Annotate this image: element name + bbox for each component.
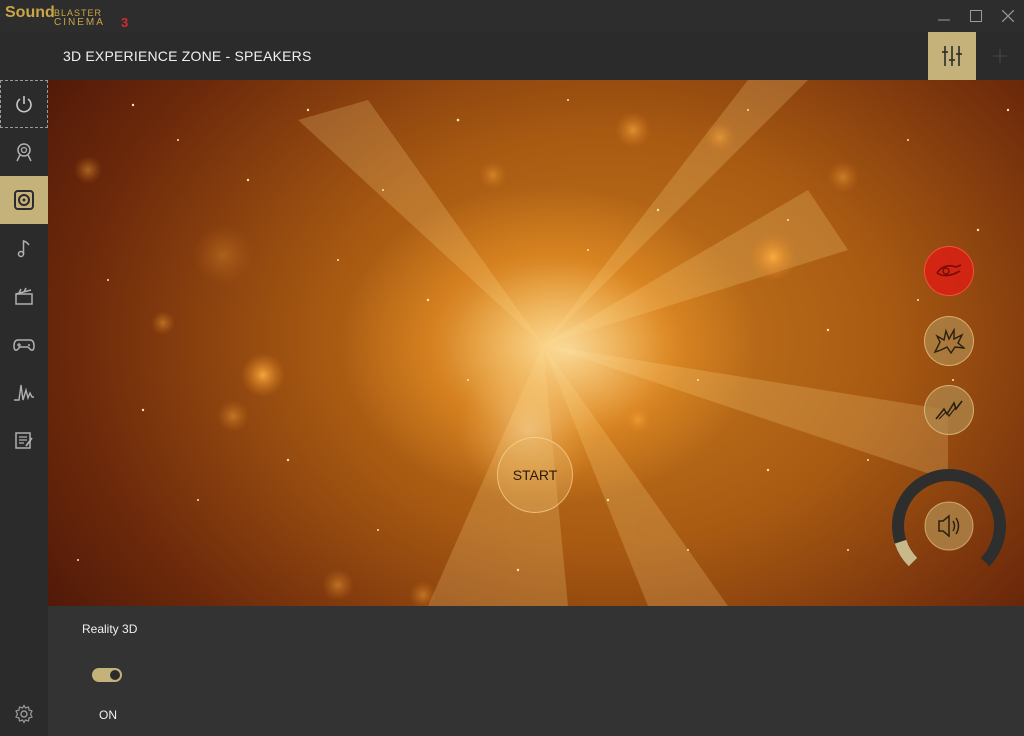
settings-button[interactable] (0, 690, 48, 736)
gear-icon (15, 704, 33, 724)
surround-effect-button[interactable] (924, 246, 974, 296)
experience-stage: START (48, 80, 1024, 606)
sidebar-item-speakers[interactable] (0, 176, 48, 224)
sidebar-item-profile[interactable] (0, 128, 48, 176)
page-title: 3D EXPERIENCE ZONE - SPEAKERS (63, 48, 312, 64)
maximize-icon (970, 10, 982, 22)
close-icon (1002, 10, 1014, 22)
notes-icon (15, 432, 33, 449)
toggle-state-label: ON (99, 708, 117, 722)
user-profile-icon (16, 143, 32, 162)
bottom-panel: Reality 3D ON (48, 606, 1024, 736)
start-button[interactable]: START (497, 437, 573, 513)
explosion-icon (933, 328, 965, 354)
sidebar (0, 80, 48, 736)
gamepad-icon (13, 339, 35, 351)
sidebar-item-games[interactable] (0, 320, 48, 368)
volume-dial[interactable] (889, 466, 1009, 586)
add-cross-icon[interactable] (992, 48, 1008, 64)
surround-icon (936, 264, 962, 277)
sound-boost-effect-button[interactable] (924, 385, 974, 435)
maximize-button[interactable] (966, 6, 986, 26)
close-button[interactable] (998, 6, 1018, 26)
sidebar-item-notes[interactable] (0, 416, 48, 464)
music-note-icon (17, 240, 30, 258)
sidebar-item-music[interactable] (0, 224, 48, 272)
sidebar-item-power[interactable] (0, 80, 48, 128)
minimize-button[interactable] (934, 6, 954, 26)
zigzag-icon (935, 400, 963, 420)
explosion-effect-button[interactable] (924, 316, 974, 366)
logo-cinema: CINEMA (54, 17, 105, 28)
sound-blaster-logo: Sound BLASTER CINEMA 3 (5, 3, 131, 30)
nebula-background (74, 80, 1010, 606)
reality-3d-toggle[interactable] (92, 668, 122, 682)
clapperboard-icon (15, 287, 33, 305)
page-header: 3D EXPERIENCE ZONE - SPEAKERS (48, 32, 1024, 80)
waveform-icon (14, 384, 34, 401)
sidebar-item-movies[interactable] (0, 272, 48, 320)
equalizer-settings-button[interactable] (928, 32, 976, 80)
sidebar-item-voice[interactable] (0, 368, 48, 416)
toggle-knob (110, 670, 120, 680)
title-bar: Sound BLASTER CINEMA 3 (0, 0, 1024, 32)
reality-3d-label: Reality 3D (82, 622, 138, 636)
power-icon (16, 96, 32, 113)
logo-sound: Sound (5, 4, 55, 21)
sliders-icon (942, 46, 962, 66)
speaker-icon (14, 190, 34, 210)
minimize-icon (938, 19, 950, 21)
logo-version: 3 (121, 15, 129, 30)
